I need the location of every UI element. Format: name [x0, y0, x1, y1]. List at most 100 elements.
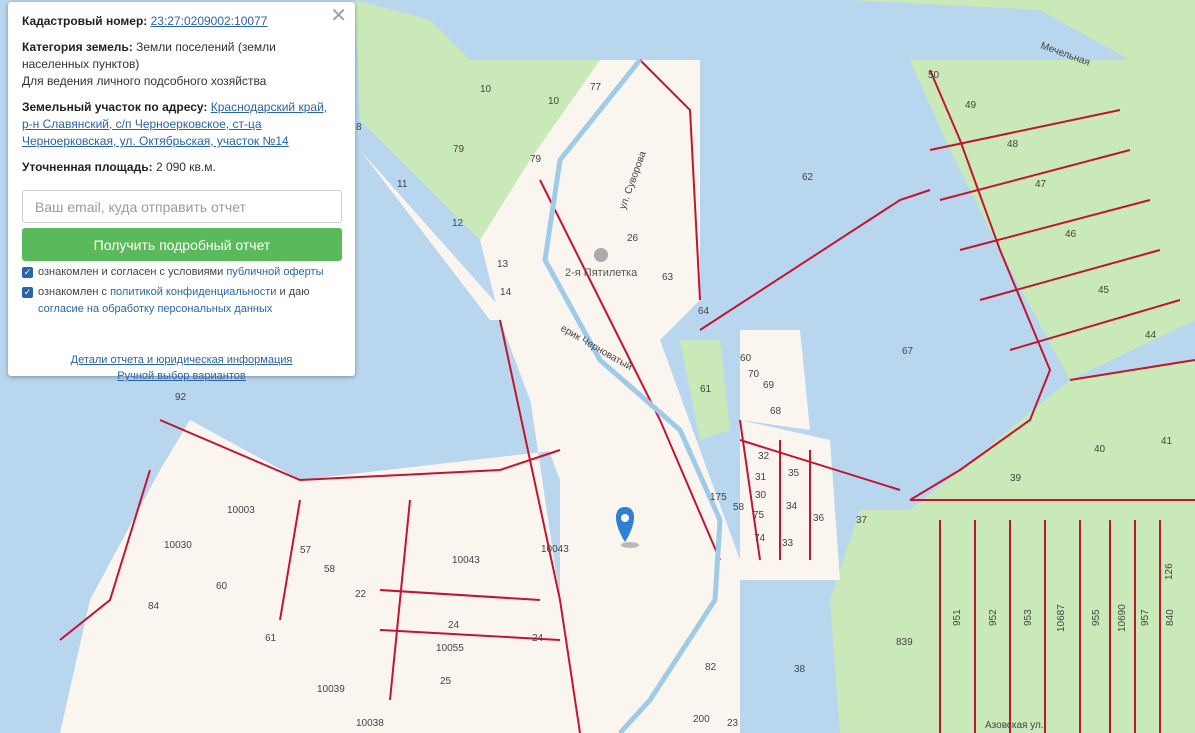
- parcel-info-panel: ✕ Кадастровый номер: 23:27:0209002:10077…: [8, 2, 355, 382]
- parcel-number: 126: [1164, 563, 1175, 580]
- parcel-number: 77: [590, 82, 602, 93]
- parcel-number: 10030: [164, 540, 192, 551]
- privacy-consent: ✓ ознакомлен с политикой конфиденциально…: [22, 284, 341, 318]
- parcel-number: 13: [497, 259, 509, 270]
- public-offer-link[interactable]: публичной оферты: [226, 266, 323, 278]
- parcel-number: 63: [662, 272, 674, 283]
- parcel-number: 955: [1091, 609, 1102, 626]
- parcel-number: 70: [748, 369, 760, 380]
- parcel-number: 22: [355, 589, 367, 600]
- parcel-number: 36: [813, 513, 825, 524]
- cadastral-row: Кадастровый номер: 23:27:0209002:10077: [22, 13, 341, 30]
- parcel-number: 10043: [452, 555, 480, 566]
- parcel-number: 48: [1007, 139, 1019, 150]
- parcel-number: 10690: [1117, 604, 1128, 632]
- address-label: Земельный участок по адресу:: [22, 100, 208, 114]
- cadastral-label: Кадастровый номер:: [22, 14, 148, 28]
- street-label: Азовская ул.: [985, 720, 1044, 731]
- area-label: Уточненная площадь:: [22, 160, 153, 174]
- parcel-number: 61: [700, 384, 712, 395]
- parcel-number: 84: [148, 601, 160, 612]
- parcel-number: 953: [1023, 609, 1034, 626]
- parcel-number: 32: [758, 451, 770, 462]
- address-row: Земельный участок по адресу: Краснодарск…: [22, 99, 341, 150]
- offer-consent: ✓ ознакомлен и согласен с условиями публ…: [22, 264, 341, 281]
- parcel-number: 60: [216, 581, 228, 592]
- parcel-number: 10003: [227, 505, 255, 516]
- parcel-number: 839: [896, 637, 913, 648]
- parcel-number: 175: [710, 492, 727, 503]
- parcel-number: 10: [480, 84, 492, 95]
- parcel-number: 10039: [317, 684, 345, 695]
- parcel-number: 37: [856, 515, 868, 526]
- parcel-number: 49: [965, 100, 977, 111]
- category-label: Категория земель:: [22, 40, 133, 54]
- privacy-consent-text: ознакомлен с: [38, 286, 111, 298]
- parcel-number: 26: [627, 233, 639, 244]
- parcel-number: 50: [928, 70, 940, 81]
- offer-checkbox[interactable]: ✓: [22, 267, 33, 278]
- parcel-number: 10038: [356, 718, 384, 729]
- parcel-number: 39: [1010, 473, 1022, 484]
- parcel-number: 30: [755, 490, 767, 501]
- parcel-number: 82: [705, 662, 717, 673]
- parcel-number: 60: [740, 353, 752, 364]
- parcel-number: 952: [988, 609, 999, 626]
- parcel-number: 25: [440, 676, 452, 687]
- close-icon[interactable]: ✕: [330, 6, 347, 26]
- place-name: 2-я Пятилетка: [565, 267, 638, 279]
- parcel-number: 57: [300, 545, 312, 556]
- personal-data-consent-link[interactable]: согласие на обработку персональных данны…: [38, 303, 272, 315]
- parcel-number: 47: [1035, 179, 1047, 190]
- category-row: Категория земель: Земли поселений (земли…: [22, 39, 341, 90]
- parcel-number: 957: [1140, 609, 1151, 626]
- parcel-number: 45: [1098, 285, 1110, 296]
- parcel-number: 14: [500, 287, 512, 298]
- parcel-number: 68: [770, 406, 782, 417]
- parcel-number: 24: [532, 633, 544, 644]
- parcel-number: 58: [324, 564, 336, 575]
- parcel-number: 200: [693, 714, 710, 725]
- parcel-number: 11: [397, 179, 408, 190]
- cadastral-number-link[interactable]: 23:27:0209002:10077: [151, 14, 268, 28]
- parcel-number: 69: [763, 380, 775, 391]
- parcel-number: 40: [1094, 444, 1106, 455]
- parcel-number: 75: [753, 510, 765, 521]
- parcel-number: 61: [265, 633, 277, 644]
- area-row: Уточненная площадь: 2 090 кв.м.: [22, 159, 341, 176]
- manual-selection-link[interactable]: Ручной выбор вариантов: [22, 368, 341, 384]
- email-input[interactable]: [22, 190, 342, 223]
- parcel-number: 64: [698, 306, 710, 317]
- get-report-button[interactable]: Получить подробный отчет: [22, 228, 342, 261]
- parcel-number: 33: [782, 538, 794, 549]
- parcel-number: 24: [448, 620, 460, 631]
- parcel-number: 67: [902, 346, 914, 357]
- parcel-number: 10687: [1056, 604, 1067, 632]
- parcel-number: 38: [794, 664, 806, 675]
- parcel-number: 12: [452, 218, 464, 229]
- parcel-number: 35: [788, 468, 800, 479]
- parcel-number: 951: [952, 609, 963, 626]
- parcel-number: 41: [1161, 436, 1173, 447]
- parcel-number: 92: [175, 392, 187, 403]
- privacy-checkbox[interactable]: ✓: [22, 287, 33, 298]
- parcel-number: 10055: [436, 643, 464, 654]
- parcel-number: 34: [786, 501, 798, 512]
- place-dot-icon: [594, 248, 608, 262]
- parcel-number: 79: [530, 154, 542, 165]
- area-value: 2 090 кв.м.: [155, 160, 216, 174]
- parcel-number: 840: [1165, 609, 1176, 626]
- parcel-number: 46: [1065, 229, 1077, 240]
- privacy-consent-mid: и даю: [276, 286, 310, 298]
- report-details-link[interactable]: Детали отчета и юридическая информация: [22, 352, 341, 368]
- land-purpose: Для ведения личного подсобного хозяйства: [22, 74, 267, 88]
- bottom-links: Детали отчета и юридическая информация Р…: [22, 352, 341, 384]
- offer-consent-text: ознакомлен и согласен с условиями: [38, 266, 227, 278]
- parcel-number: 74: [754, 533, 766, 544]
- privacy-policy-link[interactable]: политикой конфиденциальности: [110, 286, 276, 298]
- parcel-number: 10043: [541, 544, 569, 555]
- parcel-number: 31: [755, 472, 767, 483]
- parcel-number: 44: [1145, 330, 1157, 341]
- parcel-number: 8: [356, 122, 362, 133]
- parcel-number: 79: [453, 144, 465, 155]
